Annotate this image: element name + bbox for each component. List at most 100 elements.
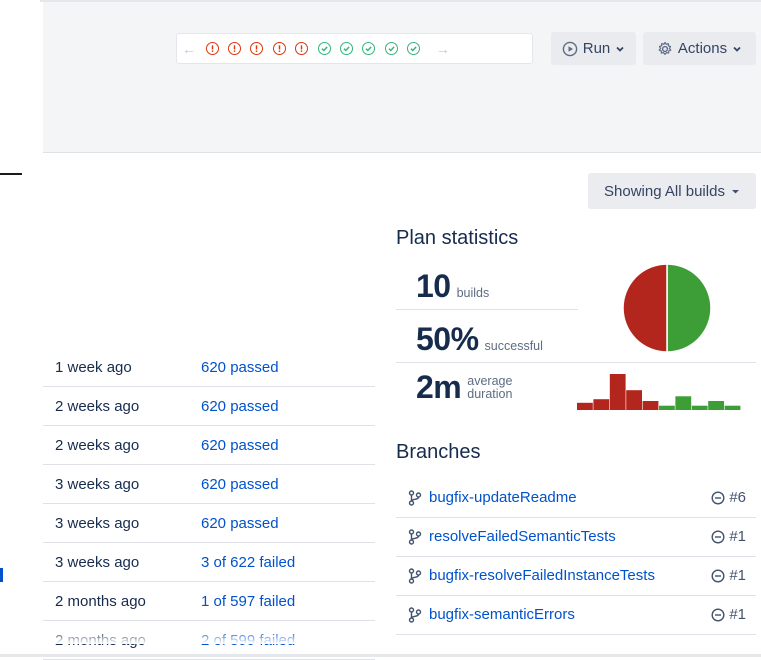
left-divider	[0, 173, 22, 175]
build-time: 1 week ago	[55, 359, 132, 376]
build-result-link[interactable]: 620 passed	[201, 398, 279, 415]
histogram-bar	[691, 405, 708, 410]
build-passed-icon[interactable]	[384, 42, 398, 55]
stat-divider	[396, 309, 578, 310]
next-builds-arrow[interactable]: →	[431, 41, 455, 57]
not-built-icon	[711, 529, 725, 544]
run-button[interactable]: Run	[551, 32, 636, 65]
build-passed-icon[interactable]	[317, 42, 331, 55]
histogram-bar	[642, 401, 659, 410]
histogram-bar	[659, 405, 675, 410]
build-failed-icon[interactable]	[228, 42, 242, 55]
builds-filter-dropdown[interactable]: Showing All builds	[588, 173, 756, 209]
success-label: successful	[484, 339, 543, 353]
duration-histogram	[577, 374, 741, 410]
stat-divider	[396, 362, 756, 363]
run-button-label: Run	[582, 40, 611, 57]
success-pie-chart	[622, 263, 712, 353]
branch-build-number: #1	[729, 606, 746, 623]
previous-builds-arrow[interactable]: ←	[177, 41, 201, 57]
build-passed-icon[interactable]	[339, 42, 353, 55]
histogram-bar	[626, 390, 642, 410]
build-result-link[interactable]: 620 passed	[201, 437, 279, 454]
build-status-icons	[201, 42, 425, 55]
build-result-link[interactable]: 3 of 622 failed	[201, 554, 295, 571]
branch-status: #6	[711, 489, 746, 506]
branch-icon	[408, 607, 422, 623]
caret-down-icon	[731, 189, 739, 193]
build-time: 3 weeks ago	[55, 554, 140, 571]
build-history-row: 1 week ago 620 passed	[43, 348, 375, 387]
pie-slice-failed	[622, 263, 668, 353]
branch-status: #1	[711, 567, 746, 584]
build-history-row: 3 weeks ago 620 passed	[43, 465, 375, 504]
branch-row: bugfix-semanticErrors #1	[396, 596, 756, 635]
plan-statistics-title: Plan statistics	[396, 227, 519, 249]
list-fade	[43, 630, 375, 644]
build-passed-icon[interactable]	[407, 42, 421, 55]
success-stat: 50% successful	[416, 321, 543, 358]
build-time: 2 months ago	[55, 593, 146, 610]
histogram-bar	[708, 401, 724, 410]
branch-name-link[interactable]: bugfix-resolveFailedInstanceTests	[429, 567, 655, 584]
duration-stat: 2m average duration	[416, 369, 512, 406]
build-failed-icon[interactable]	[205, 42, 219, 55]
not-built-icon	[711, 607, 725, 622]
build-failed-icon[interactable]	[250, 42, 264, 55]
duration-label-line-1: average	[467, 373, 513, 388]
gear-icon	[658, 41, 672, 55]
duration-label-line-2: duration	[467, 386, 513, 401]
build-result-link[interactable]: 620 passed	[201, 515, 279, 532]
build-failed-icon[interactable]	[295, 42, 309, 55]
pie-slice-successful	[666, 263, 712, 353]
histogram-bar	[577, 402, 593, 410]
builds-label: builds	[456, 286, 490, 300]
build-time: 2 weeks ago	[55, 398, 140, 415]
build-history-row: 2 months ago 1 of 597 failed	[43, 582, 375, 621]
branch-row: bugfix-resolveFailedInstanceTests #1	[396, 557, 756, 596]
branch-icon	[408, 529, 422, 545]
histogram-bar	[609, 374, 626, 410]
build-result-link[interactable]: 1 of 597 failed	[201, 593, 295, 610]
top-border	[40, 0, 761, 2]
duration-value: 2m	[416, 369, 462, 405]
branch-build-number: #6	[729, 489, 746, 506]
actions-button-label: Actions	[677, 40, 728, 57]
branch-status: #1	[711, 606, 746, 623]
build-history-row: 2 weeks ago 620 passed	[43, 426, 375, 465]
build-result-link[interactable]: 620 passed	[201, 359, 279, 376]
branch-icon	[408, 490, 422, 506]
build-time: 3 weeks ago	[55, 476, 140, 493]
header-band	[43, 0, 761, 153]
branch-icon	[408, 568, 422, 584]
builds-count: 10	[416, 268, 451, 304]
branch-row: resolveFailedSemanticTests #1	[396, 518, 756, 557]
duration-label: average duration	[467, 373, 513, 401]
histogram-bar	[724, 405, 741, 410]
branch-name-link[interactable]: bugfix-updateReadme	[429, 489, 577, 506]
build-result-link[interactable]: 620 passed	[201, 476, 279, 493]
builds-filter-label: Showing All builds	[604, 182, 725, 200]
builds-stat: 10 builds	[416, 268, 489, 305]
branch-name-link[interactable]: resolveFailedSemanticTests	[429, 528, 616, 545]
histogram-bar	[675, 396, 692, 410]
not-built-icon	[711, 568, 725, 583]
branch-name-link[interactable]: bugfix-semanticErrors	[429, 606, 575, 623]
left-selection-marker	[0, 568, 3, 582]
build-failed-icon[interactable]	[272, 42, 286, 55]
build-history-row: 3 weeks ago 620 passed	[43, 504, 375, 543]
build-history-row: 2 weeks ago 620 passed	[43, 387, 375, 426]
branch-row: bugfix-updateReadme #6	[396, 479, 756, 518]
build-status-strip: ← →	[176, 33, 533, 64]
play-circle-icon	[562, 41, 578, 56]
histogram-bar	[593, 399, 610, 410]
branch-build-number: #1	[729, 528, 746, 545]
branch-build-number: #1	[729, 567, 746, 584]
actions-button[interactable]: Actions	[643, 32, 756, 65]
not-built-icon	[711, 490, 725, 505]
chevron-down-icon	[733, 46, 741, 52]
success-rate: 50%	[416, 321, 479, 357]
branches-title: Branches	[396, 441, 481, 463]
build-passed-icon[interactable]	[362, 42, 376, 55]
chevron-down-icon	[616, 46, 624, 52]
